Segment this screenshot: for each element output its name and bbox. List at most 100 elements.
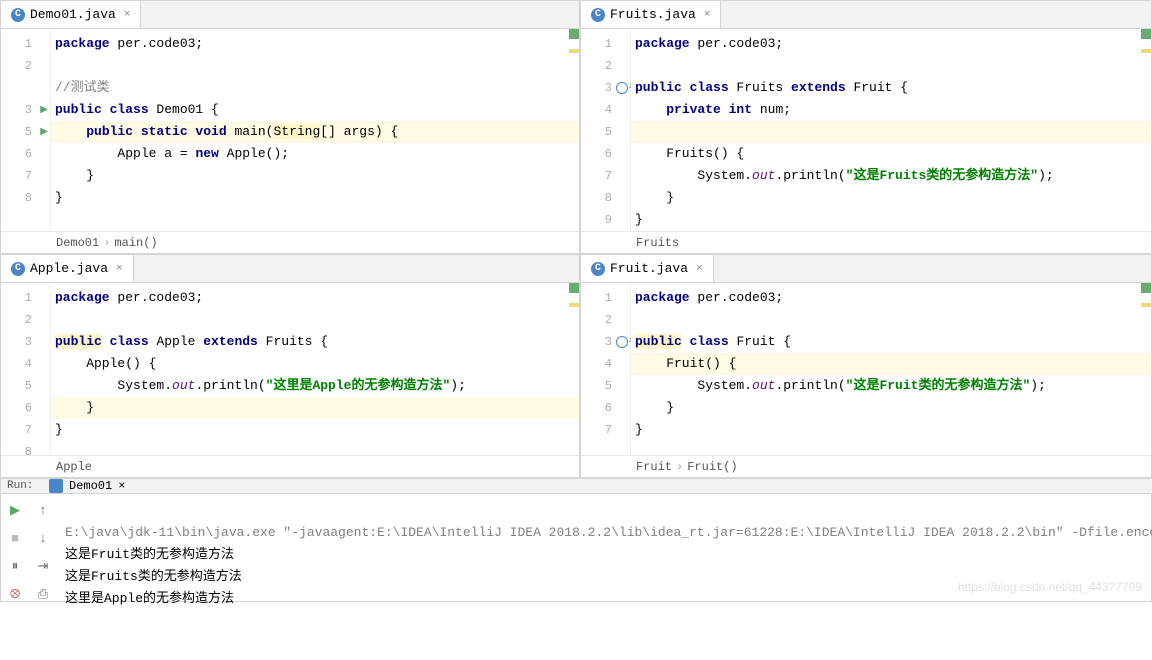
line-number[interactable]: 6 — [581, 143, 630, 165]
code-line[interactable] — [51, 55, 579, 77]
code-line[interactable]: Fruit() { — [631, 353, 1151, 375]
code-line[interactable]: package per.code03; — [51, 287, 579, 309]
breadcrumb-item[interactable]: Fruits — [636, 236, 679, 250]
code-line[interactable]: System.out.println("这里是Apple的无参构造方法"); — [51, 375, 579, 397]
line-number[interactable]: 2 — [1, 55, 50, 77]
line-number[interactable]: 3 — [581, 77, 630, 99]
breadcrumb-item[interactable]: Apple — [56, 460, 92, 474]
line-number[interactable]: 7 — [581, 165, 630, 187]
code-line[interactable]: System.out.println("这是Fruits类的无参构造方法"); — [631, 165, 1151, 187]
line-number[interactable]: 5▶ — [1, 121, 50, 143]
code-line[interactable]: public class Demo01 { — [51, 99, 579, 121]
line-number[interactable]: 5 — [581, 375, 630, 397]
file-tab[interactable]: C Apple.java × — [1, 255, 134, 282]
up-icon[interactable]: ↑ — [35, 502, 51, 518]
close-icon[interactable]: × — [116, 263, 123, 275]
line-number[interactable]: 3 — [581, 331, 630, 353]
line-number[interactable]: 1 — [1, 287, 50, 309]
code-line[interactable]: package per.code03; — [631, 33, 1151, 55]
code-line[interactable]: } — [631, 187, 1151, 209]
breadcrumb-item[interactable]: Fruit() — [687, 460, 737, 474]
override-gutter-icon[interactable] — [616, 336, 628, 348]
line-number[interactable]: 7 — [581, 419, 630, 441]
line-number[interactable]: 1 — [581, 33, 630, 55]
code-line[interactable]: Apple a = new Apple(); — [51, 143, 579, 165]
line-number[interactable]: 4 — [1, 353, 50, 375]
line-number[interactable]: 1 — [581, 287, 630, 309]
close-icon[interactable]: × — [118, 479, 125, 493]
line-number[interactable]: 5 — [581, 121, 630, 143]
code-line[interactable] — [631, 121, 1151, 143]
print-icon[interactable]: ⎙ — [35, 586, 51, 602]
code-line[interactable]: private int num; — [631, 99, 1151, 121]
code-line[interactable] — [631, 55, 1151, 77]
code-line[interactable]: Apple() { — [51, 353, 579, 375]
line-number[interactable]: 5 — [1, 375, 50, 397]
code-line[interactable] — [631, 309, 1151, 331]
down-icon[interactable]: ↓ — [35, 530, 51, 546]
line-number[interactable]: 7 — [1, 419, 50, 441]
code-area[interactable]: package per.code03; public class Apple ex… — [51, 283, 579, 455]
code-editor[interactable]: 123▶5▶678 package per.code03;//测试类public… — [1, 29, 579, 231]
override-gutter-icon[interactable] — [616, 82, 628, 94]
code-area[interactable]: package per.code03;public class Fruit { … — [631, 283, 1151, 455]
line-number[interactable]: 8 — [1, 441, 50, 455]
code-line[interactable] — [51, 309, 579, 331]
line-number[interactable]: 3▶ — [1, 99, 50, 121]
code-line[interactable]: } — [631, 397, 1151, 419]
line-number[interactable]: 9 — [581, 209, 630, 231]
code-line[interactable] — [51, 441, 579, 455]
code-area[interactable]: package per.code03; public class Fruits e… — [631, 29, 1151, 231]
line-number[interactable]: 2 — [581, 309, 630, 331]
file-tab[interactable]: C Fruit.java × — [581, 255, 714, 282]
code-line[interactable]: public class Fruits extends Fruit { — [631, 77, 1151, 99]
line-number[interactable]: 8 — [581, 187, 630, 209]
code-line[interactable]: public class Fruit { — [631, 331, 1151, 353]
line-number[interactable]: 6 — [1, 143, 50, 165]
stop-icon[interactable]: ■ — [7, 530, 23, 546]
code-line[interactable]: } — [631, 419, 1151, 441]
code-line[interactable]: Fruits() { — [631, 143, 1151, 165]
line-number[interactable]: 6 — [581, 397, 630, 419]
code-line[interactable]: //测试类 — [51, 77, 579, 99]
line-number[interactable]: 6 — [1, 397, 50, 419]
line-number[interactable]: 1 — [1, 33, 50, 55]
code-area[interactable]: package per.code03; //测试类public class Dem… — [51, 29, 579, 231]
code-editor[interactable]: 12345678 package per.code03; public class… — [1, 283, 579, 455]
close-icon[interactable]: × — [124, 9, 131, 21]
close-icon[interactable]: × — [704, 9, 711, 21]
exit-icon[interactable]: ⮾ — [7, 586, 23, 602]
line-number[interactable]: 8 — [1, 187, 50, 209]
line-number[interactable]: 3 — [1, 331, 50, 353]
line-number[interactable]: 2 — [1, 309, 50, 331]
console-output[interactable]: E:\java\jdk-11\bin\java.exe "-javaagent:… — [57, 494, 1152, 660]
line-number[interactable]: 4 — [581, 353, 630, 375]
code-line[interactable]: package per.code03; — [631, 287, 1151, 309]
soft-wrap-icon[interactable]: ⇥ — [35, 558, 51, 574]
run-config-name[interactable]: Demo01 — [69, 479, 112, 493]
line-number[interactable]: 7 — [1, 165, 50, 187]
pause-icon[interactable]: ⏸ — [7, 558, 23, 574]
code-line[interactable]: System.out.println("这是Fruit类的无参构造方法"); — [631, 375, 1151, 397]
file-tab[interactable]: C Fruits.java × — [581, 1, 721, 28]
code-line[interactable]: } — [51, 419, 579, 441]
line-number[interactable] — [1, 77, 50, 99]
code-line[interactable]: } — [51, 187, 579, 209]
breadcrumb-item[interactable]: main() — [114, 236, 157, 250]
code-line[interactable]: package per.code03; — [51, 33, 579, 55]
run-gutter-icon[interactable]: ▶ — [40, 104, 48, 116]
code-line[interactable]: } — [51, 165, 579, 187]
breadcrumb-item[interactable]: Fruit — [636, 460, 672, 474]
close-icon[interactable]: × — [696, 263, 703, 275]
line-number[interactable]: 2 — [581, 55, 630, 77]
code-line[interactable]: public static void main(String[] args) { — [51, 121, 579, 143]
code-line[interactable]: public class Apple extends Fruits { — [51, 331, 579, 353]
code-line[interactable]: } — [51, 397, 579, 419]
run-gutter-icon[interactable]: ▶ — [40, 126, 48, 138]
code-editor[interactable]: 1234567 package per.code03; public class … — [581, 283, 1151, 455]
line-number[interactable]: 4 — [581, 99, 630, 121]
breadcrumb-item[interactable]: Demo01 — [56, 236, 99, 250]
rerun-icon[interactable]: ▶ — [7, 502, 23, 518]
file-tab[interactable]: C Demo01.java × — [1, 1, 141, 28]
code-editor[interactable]: 123456789 package per.code03; public clas… — [581, 29, 1151, 231]
